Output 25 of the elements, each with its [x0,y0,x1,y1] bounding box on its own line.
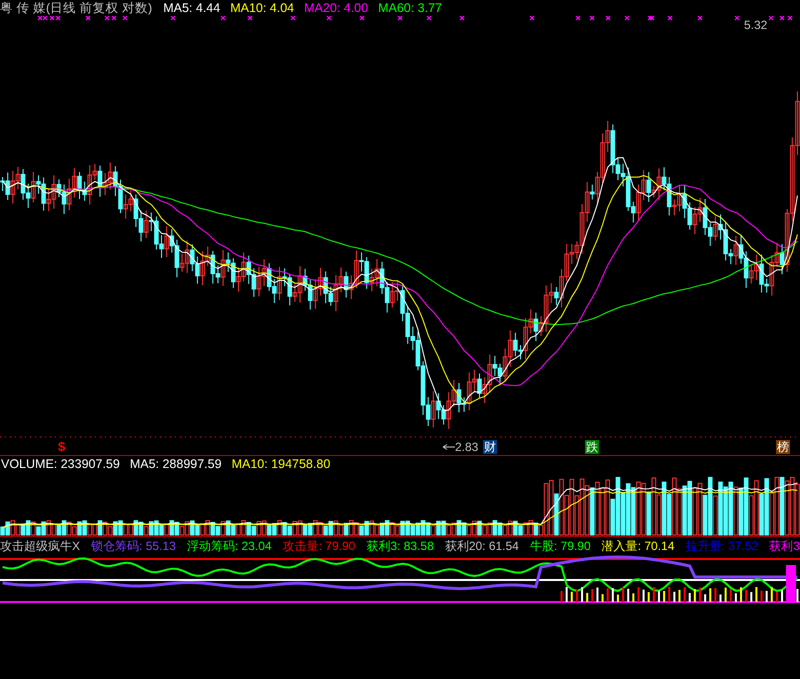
leader-arrow [442,444,455,450]
signal-badge: 榜 [776,440,790,454]
signal-badge: 跌 [585,440,599,454]
chart-title: 粤 传 媒(日线 前复权 对数) [0,2,152,14]
indicator-value: MA60: 3.77 [378,2,442,14]
indicator-value: 获利3: 83.58 [366,540,434,552]
indicator-value: 获利20: 61.54 [444,540,519,552]
indicator-value: MA5: 4.44 [163,2,220,14]
chart-title: 攻击超级疯牛X [0,540,80,552]
indicator-value: MA10: 4.04 [230,2,294,14]
high-price-label: 5.32 [744,17,768,34]
signal-mark: $ [58,440,66,454]
indicator-value: MA20: 4.00 [304,2,368,14]
low-price-label: 2.83 [455,439,478,456]
indicator-value: 拉升量: 37.52 [685,540,758,552]
indicator-value: 攻击量: 79.90 [282,540,356,552]
indicator-value: 浮动筹码: 23.04 [186,540,272,552]
indicator-value: 获利3 [769,540,800,552]
indicator-value: 牛股: 79.90 [530,540,591,552]
indicator-value: VOLUME: 233907.59 [1,458,120,470]
indicator-value: MA5: 288997.59 [130,458,222,470]
indicator-value: MA10: 194758.80 [232,458,330,470]
indicator-value: 潜入量: 70.14 [602,540,674,552]
indicator-value: 锁仓筹码: 55.13 [91,540,176,552]
signal-badge: 财 [483,440,497,454]
